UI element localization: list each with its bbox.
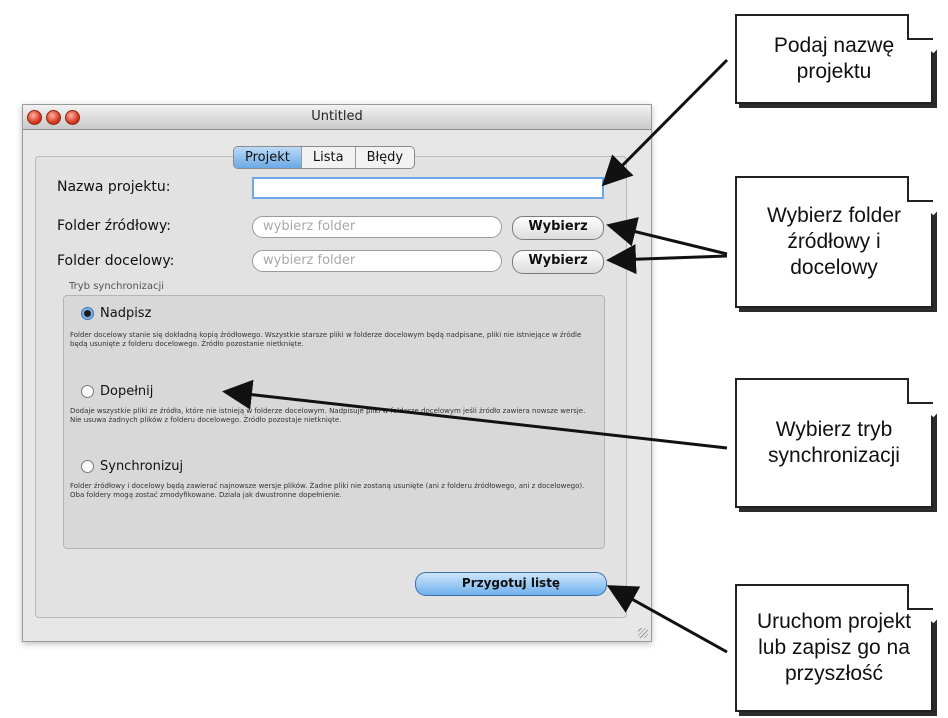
arrow-to-target-folder: [606, 244, 728, 275]
arrow-to-project-name: [601, 58, 729, 187]
arrow-to-source-folder: [606, 217, 728, 256]
arrow-to-prepare-button: [606, 585, 728, 654]
annotation-arrows: [222, 58, 729, 654]
arrow-to-sync-mode: [222, 379, 728, 450]
